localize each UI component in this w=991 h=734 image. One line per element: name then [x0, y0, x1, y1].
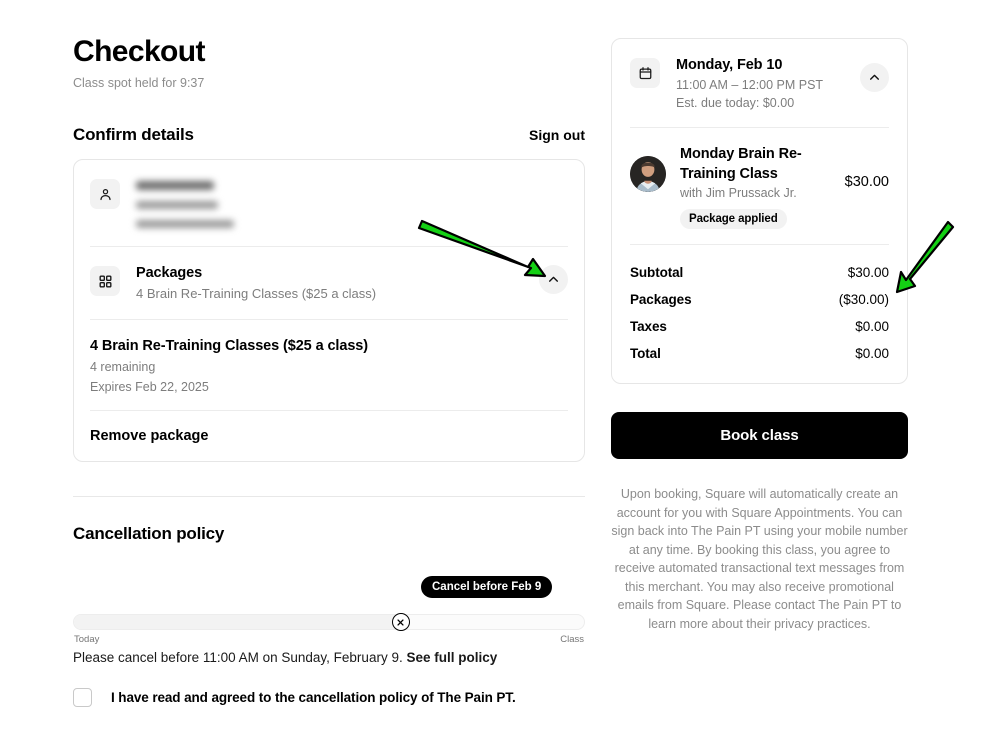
- line-item-price: $30.00: [844, 174, 889, 190]
- person-icon: [90, 179, 120, 209]
- hold-timer-text: Class spot held for 9:37: [73, 76, 205, 90]
- confirm-details-header: Confirm details Sign out: [73, 125, 585, 145]
- section-divider: [73, 496, 585, 497]
- book-class-button[interactable]: Book class: [611, 412, 908, 459]
- total-label: Packages: [630, 292, 692, 307]
- confirm-details-title: Confirm details: [73, 125, 194, 144]
- total-label: Subtotal: [630, 265, 684, 280]
- cancel-before-tooltip: Cancel before Feb 9: [421, 576, 553, 598]
- policy-sentence: Please cancel before 11:00 AM on Sunday,…: [73, 650, 403, 665]
- estimated-due-today: Est. due today: $0.00: [676, 96, 795, 110]
- packages-row[interactable]: Packages 4 Brain Re-Training Classes ($2…: [74, 247, 584, 319]
- chevron-up-icon: [549, 276, 558, 282]
- cancel-deadline-marker: [391, 613, 410, 631]
- customer-name-redacted: [136, 181, 214, 190]
- package-detail-title: 4 Brain Re-Training Classes ($25 a class…: [90, 338, 368, 354]
- table-row: Subtotal $30.00: [630, 259, 889, 286]
- total-label: Total: [630, 346, 661, 361]
- package-remaining: 4 remaining: [90, 360, 156, 374]
- page-title: Checkout: [73, 35, 205, 68]
- packages-collapse-button[interactable]: [539, 265, 568, 294]
- timeline-fill: [74, 615, 401, 629]
- package-expires: Expires Feb 22, 2025: [90, 380, 209, 394]
- customer-phone-redacted: [136, 201, 218, 209]
- order-summary-card: Monday, Feb 10 11:00 AM – 12:00 PM PST E…: [611, 38, 908, 384]
- sign-out-link[interactable]: Sign out: [529, 127, 585, 143]
- table-row: Total $0.00: [630, 340, 889, 367]
- table-row: Packages ($30.00): [630, 286, 889, 313]
- agree-row: I have read and agreed to the cancellati…: [73, 688, 585, 707]
- package-detail: 4 Brain Re-Training Classes ($25 a class…: [74, 320, 584, 410]
- line-item-staff: with Jim Prussack Jr.: [680, 186, 797, 200]
- total-value: $0.00: [855, 346, 889, 361]
- table-row: Taxes $0.00: [630, 313, 889, 340]
- packages-grid-icon: [90, 266, 120, 296]
- appointment-date: Monday, Feb 10: [676, 57, 783, 73]
- customer-row[interactable]: [74, 160, 584, 246]
- staff-avatar: [630, 156, 666, 192]
- packages-row-subtitle: 4 Brain Re-Training Classes ($25 a class…: [136, 286, 377, 301]
- chevron-up-icon: [870, 74, 879, 80]
- calendar-icon: [630, 58, 660, 88]
- timeline-label-today: Today: [74, 634, 100, 645]
- package-applied-badge: Package applied: [680, 209, 787, 229]
- checkout-page: Checkout Class spot held for 9:37 Confir…: [0, 0, 991, 734]
- remove-package-button[interactable]: Remove package: [74, 411, 584, 461]
- right-column: Monday, Feb 10 11:00 AM – 12:00 PM PST E…: [611, 38, 908, 633]
- appointment-time: 11:00 AM – 12:00 PM PST: [676, 78, 824, 92]
- cancellation-timeline: Cancel before Feb 9 Today Class: [73, 576, 585, 645]
- agree-label[interactable]: I have read and agreed to the cancellati…: [111, 690, 516, 705]
- packages-row-title: Packages: [136, 265, 203, 281]
- see-full-policy-link[interactable]: See full policy: [406, 650, 497, 665]
- total-value: ($30.00): [838, 292, 889, 307]
- total-value: $30.00: [847, 265, 889, 280]
- summary-collapse-button[interactable]: [860, 63, 889, 92]
- total-label: Taxes: [630, 319, 667, 334]
- confirm-details-card: Packages 4 Brain Re-Training Classes ($2…: [73, 159, 585, 462]
- cancellation-policy-text: Please cancel before 11:00 AM on Sunday,…: [73, 650, 585, 665]
- cancellation-policy-title: Cancellation policy: [73, 524, 225, 543]
- timeline-label-class: Class: [560, 634, 584, 645]
- timeline-track: [73, 614, 585, 630]
- left-column: Checkout Class spot held for 9:37 Confir…: [73, 34, 585, 707]
- avatar-photo: [630, 156, 666, 192]
- appointment-summary-row[interactable]: Monday, Feb 10 11:00 AM – 12:00 PM PST E…: [630, 39, 889, 127]
- line-item-info: Monday Brain Re-Training Class with Jim …: [680, 144, 837, 229]
- customer-email-redacted: [136, 220, 234, 228]
- line-item-title: Monday Brain Re-Training Class: [680, 146, 802, 182]
- total-value: $0.00: [855, 319, 889, 334]
- line-item-row: Monday Brain Re-Training Class with Jim …: [630, 128, 889, 244]
- totals-list: Subtotal $30.00 Packages ($30.00) Taxes …: [630, 245, 889, 383]
- booking-disclaimer: Upon booking, Square will automatically …: [611, 487, 908, 631]
- close-x-icon: [397, 618, 404, 626]
- agree-checkbox[interactable]: [73, 688, 92, 707]
- customer-info-redacted: [136, 178, 234, 228]
